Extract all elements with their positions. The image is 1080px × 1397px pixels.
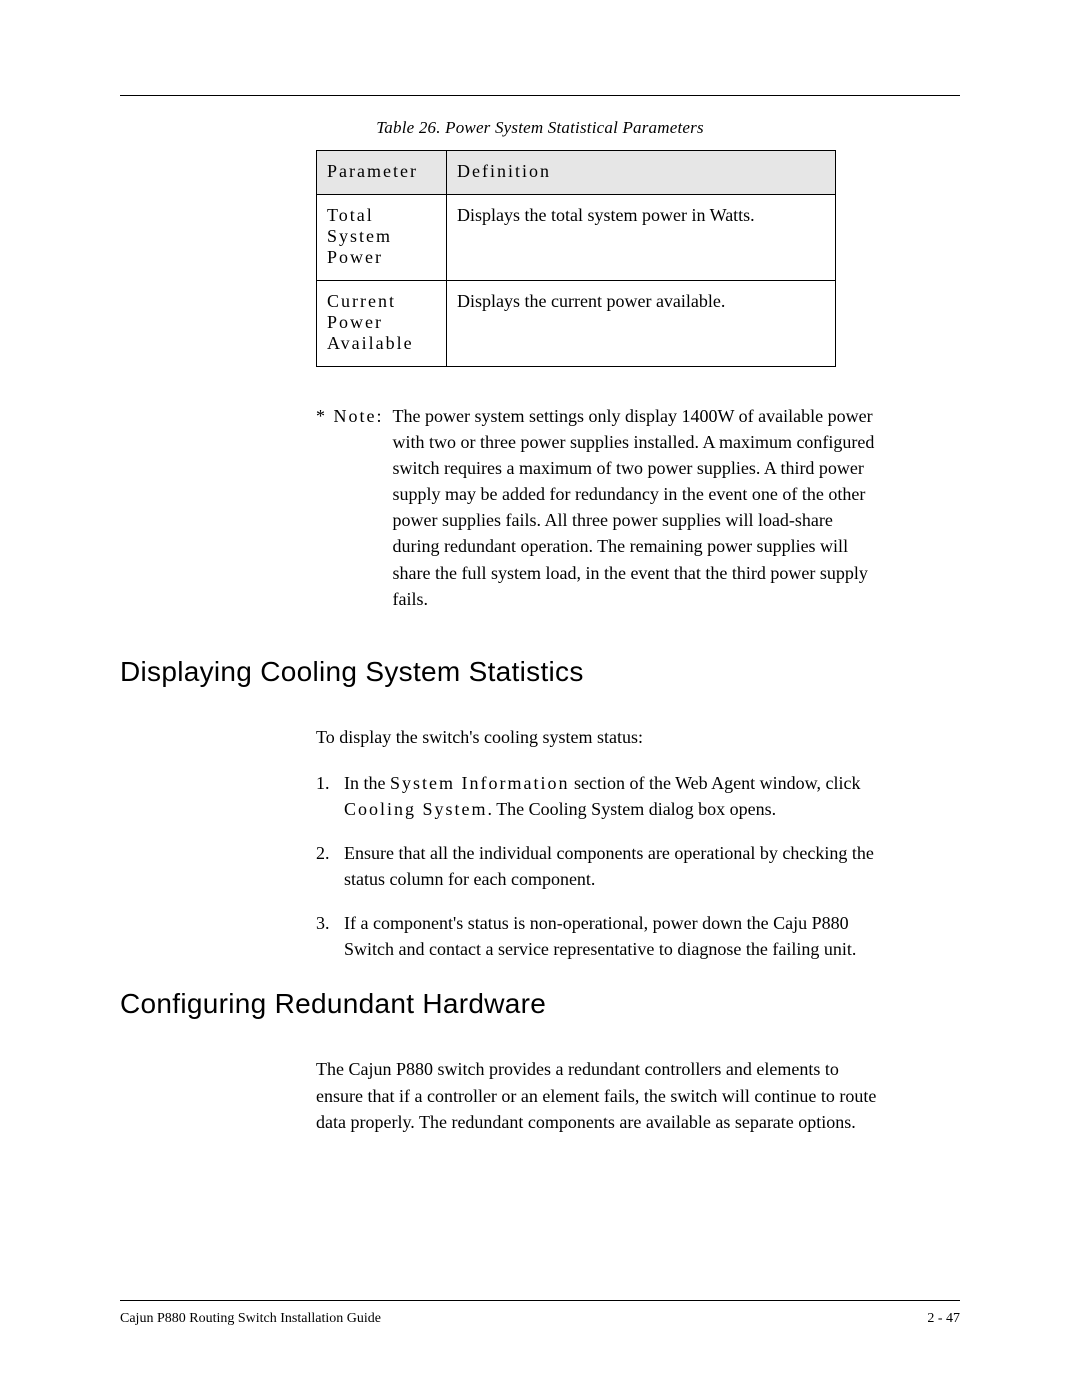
list-item: 2. Ensure that all the individual compon…: [316, 840, 888, 892]
cell-def: Displays the total system power in Watts…: [447, 195, 836, 281]
cell-param: Total System Power: [317, 195, 447, 281]
list-item: 3. If a component's status is non-operat…: [316, 910, 888, 962]
header-definition: Definition: [447, 151, 836, 195]
step-text: If a component's status is non-operation…: [344, 910, 888, 962]
footer-page-number: 2 - 47: [927, 1311, 960, 1327]
cooling-intro: To display the switch's cooling system s…: [316, 724, 888, 750]
header-parameter: Parameter: [317, 151, 447, 195]
steps-list: 1. In the System Information section of …: [316, 770, 888, 963]
step-number: 2.: [316, 840, 344, 892]
note-block: * Note: The power system settings only d…: [316, 403, 876, 612]
note-text: The power system settings only display 1…: [393, 403, 877, 612]
table-row: Total System Power Displays the total sy…: [317, 195, 836, 281]
cell-param: Current Power Available: [317, 281, 447, 367]
table-row: Current Power Available Displays the cur…: [317, 281, 836, 367]
step-number: 1.: [316, 770, 344, 822]
table-header-row: Parameter Definition: [317, 151, 836, 195]
redundant-hw-para: The Cajun P880 switch provides a redunda…: [316, 1056, 888, 1134]
bottom-rule: [120, 1300, 960, 1301]
step-text: Ensure that all the individual component…: [344, 840, 888, 892]
page-footer: Cajun P880 Routing Switch Installation G…: [120, 1300, 960, 1327]
step-text: In the System Information section of the…: [344, 770, 888, 822]
parameters-table: Parameter Definition Total System Power …: [316, 150, 836, 367]
list-item: 1. In the System Information section of …: [316, 770, 888, 822]
step-number: 3.: [316, 910, 344, 962]
note-label: * Note:: [316, 406, 384, 426]
table-caption: Table 26. Power System Statistical Param…: [120, 118, 960, 138]
footer-doc-title: Cajun P880 Routing Switch Installation G…: [120, 1311, 381, 1327]
heading-cooling-stats: Displaying Cooling System Statistics: [120, 656, 960, 688]
top-rule: [120, 95, 960, 96]
heading-redundant-hw: Configuring Redundant Hardware: [120, 988, 960, 1020]
cell-def: Displays the current power available.: [447, 281, 836, 367]
